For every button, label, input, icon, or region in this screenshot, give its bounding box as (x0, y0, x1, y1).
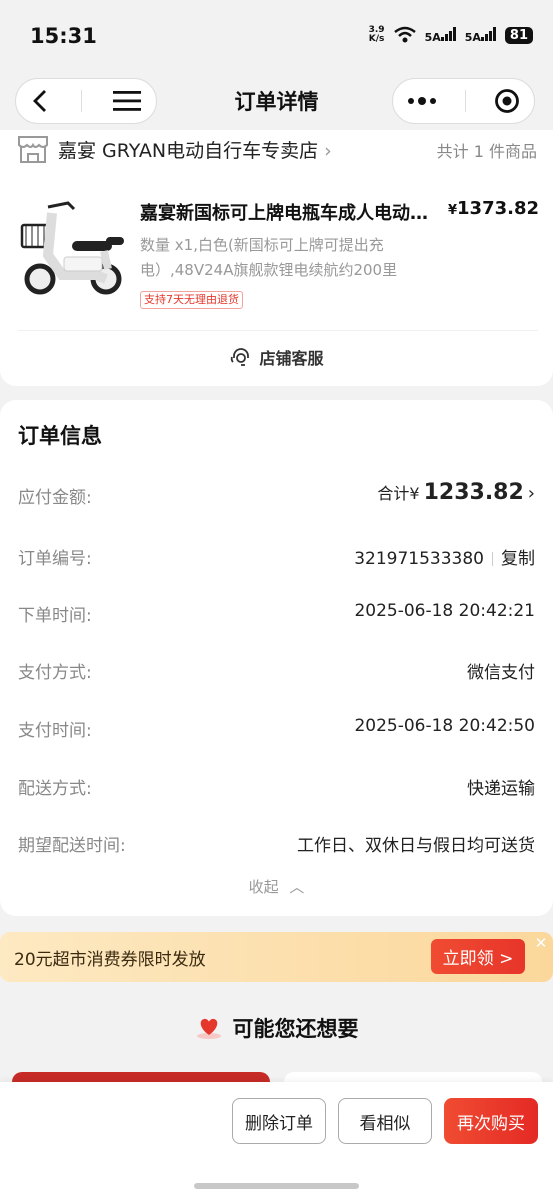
collapse-label: 收起 (248, 878, 279, 896)
signal-icon-2: 5A (464, 26, 497, 44)
more-icon[interactable] (407, 96, 437, 106)
store-name: 嘉宴 GRYAN电动自行车专卖店 (58, 140, 319, 162)
view-similar-button[interactable]: 看相似 (338, 1098, 432, 1144)
store-service-button[interactable]: 店铺客服 (0, 345, 553, 369)
price-value: 1373.82 (457, 198, 539, 219)
collapse-button[interactable]: 收起 ︿ (0, 876, 553, 897)
heart-icon (196, 1018, 221, 1039)
store-icon (18, 136, 48, 163)
order-no: 321971533380 (354, 549, 484, 569)
signal-label-2: 5A (464, 30, 481, 44)
order-no-label: 订单编号: (18, 549, 92, 569)
delivery-method: 快递运输 (467, 779, 535, 799)
headset-icon (231, 348, 250, 366)
service-label: 店铺客服 (259, 349, 324, 368)
payable-amount-link[interactable]: 合计¥ 1233.82 › (377, 480, 535, 505)
pay-time: 2025-06-18 20:42:50 (354, 716, 535, 736)
expect-delivery-label: 期望配送时间: (18, 836, 126, 856)
delivery-label: 配送方式: (18, 779, 92, 799)
pay-method: 微信支付 (467, 663, 535, 683)
order-time: 2025-06-18 20:42:21 (354, 601, 535, 621)
payable-label: 应付金额: (18, 488, 92, 508)
store-name-link[interactable]: 嘉宴 GRYAN电动自行车专卖店 › (58, 136, 332, 163)
battery-icon: 81 (504, 26, 533, 44)
recommend-title: 可能您还想要 (232, 1017, 359, 1041)
price-symbol: ¥ (447, 203, 458, 218)
product-title[interactable]: 嘉宴新国标可上牌电瓶车成人电动自行车 (140, 199, 435, 225)
product-spec: 数量 x1,白色(新国标可上牌可提出充电）,48V24A旗舰款锂电续航约200里 (140, 236, 398, 279)
separator (492, 552, 493, 566)
order-time-label: 下单时间: (18, 606, 92, 626)
order-no-row: 321971533380 复制 (354, 544, 535, 569)
status-time: 15:31 (30, 24, 97, 48)
payable-prefix: 合计¥ (377, 484, 420, 503)
capsule-divider (465, 90, 466, 112)
expect-delivery: 工作日、双休日与假日均可送货 (297, 836, 535, 856)
wifi-icon (393, 26, 416, 43)
pay-method-label: 支付方式: (18, 663, 92, 683)
return-policy-badge: 支持7天无理由退货 (140, 291, 243, 309)
product-price: ¥1373.82 (448, 198, 539, 219)
item-count: 共计 1 件商品 (436, 142, 537, 161)
net-speed-unit: K/s (368, 34, 385, 44)
delete-order-button[interactable]: 删除订单 (232, 1098, 326, 1144)
signal-icon-1: 5A (424, 26, 457, 44)
order-info-heading: 订单信息 (18, 424, 102, 448)
close-icon[interactable]: ✕ (532, 934, 550, 952)
pay-time-label: 支付时间: (18, 721, 92, 741)
chevron-right-icon: › (324, 140, 332, 162)
payable-amount: 1233.82 (423, 480, 524, 505)
net-speed: 3.9 K/s (369, 26, 385, 44)
copy-button[interactable]: 复制 (501, 549, 535, 569)
coupon-text: 20元超市消费券限时发放 (14, 950, 206, 970)
divider (18, 330, 538, 331)
claim-coupon-button[interactable]: 立即领 > (431, 939, 525, 974)
home-indicator[interactable] (194, 1183, 359, 1189)
product-image[interactable] (18, 195, 128, 305)
buy-again-button[interactable]: 再次购买 (444, 1098, 538, 1144)
nav-right-capsule (392, 78, 535, 124)
recommend-heading: 可能您还想要 (0, 1013, 553, 1043)
chevron-up-icon: ︿ (289, 878, 305, 896)
status-icons: 3.9 K/s 5A 5A 81 (369, 26, 533, 44)
target-icon[interactable] (494, 88, 520, 114)
signal-label-1: 5A (424, 30, 441, 44)
chevron-right-icon: › (527, 483, 535, 504)
